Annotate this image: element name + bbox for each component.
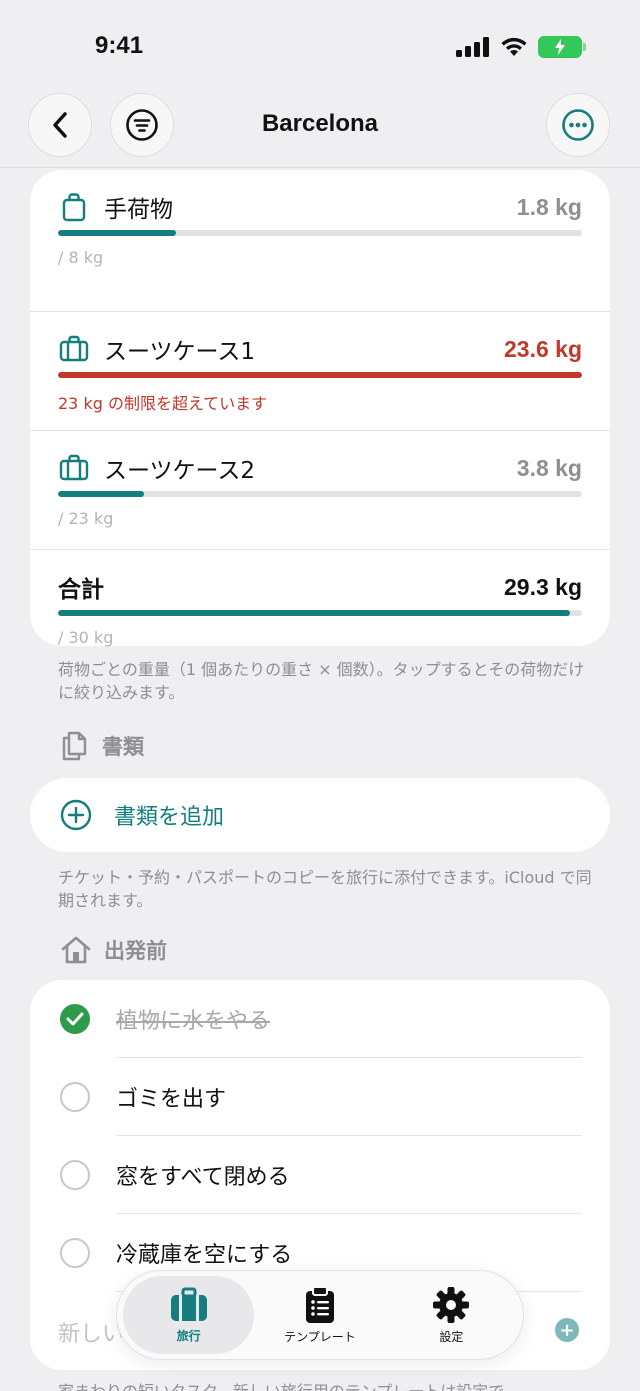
luggage-note: 荷物ごとの重量（1 個あたりの重さ × 個数）。タップするとその荷物だけに絞り込… [58, 660, 585, 702]
weight-bar [58, 230, 582, 236]
luggage-weight: 3.8 kg [516, 454, 582, 481]
luggage-item-head: スーツケース2 3.8 kg [58, 451, 582, 485]
wifi-icon [501, 37, 527, 56]
weight-bar [58, 372, 582, 378]
empty-circle-icon[interactable] [60, 1160, 90, 1190]
task-label: 冷蔵庫を空にする [116, 1243, 293, 1268]
empty-circle-icon[interactable] [60, 1238, 90, 1268]
luggage-item[interactable]: スーツケース1 23.6 kg 23 kg の制限を超えています [30, 311, 610, 430]
page-title: Barcelona [261, 110, 379, 137]
luggage-item-left: スーツケース1 [58, 332, 255, 366]
more-button[interactable] [546, 93, 610, 157]
task-row[interactable]: 窓をすべて閉める [30, 1136, 610, 1214]
tab-settings[interactable]: 設定 [386, 1276, 517, 1354]
luggage-name: スーツケース2 [104, 458, 256, 484]
weight-bar-fill [58, 491, 145, 497]
luggage-icon-wrap [58, 452, 90, 484]
weight-bar-fill [58, 230, 176, 236]
luggage-item-left: 手荷物 [58, 190, 173, 224]
new-task-input[interactable]: 新しい [58, 1316, 124, 1348]
documents-header-label: 書類 [102, 735, 144, 759]
luggage-list: 手荷物 1.8 kg / 8 kg スーツケース1 23.6 kg 23 kg の制限を超… [30, 192, 610, 668]
status-time: 9:41 [95, 32, 144, 59]
before-departure-note: 家まわりの短いタスク。新しい旅行用のテンプレートは設定で [58, 1378, 504, 1391]
nav-bar: Barcelona [0, 90, 640, 168]
task-row[interactable]: 植物に水をやる [30, 980, 610, 1058]
luggage-name: 合計 [58, 577, 104, 603]
tab-bar: 旅行 テンプレート 設定 [116, 1270, 524, 1360]
empty-circle-icon[interactable] [60, 1082, 90, 1112]
luggage-item[interactable]: 合計 29.3 kg / 30 kg [30, 549, 610, 668]
luggage-item-head: 手荷物 1.8 kg [58, 190, 582, 224]
luggage-name: 手荷物 [104, 197, 173, 223]
luggage-weight: 29.3 kg [504, 573, 582, 600]
status-bar: 9:41 [0, 0, 640, 90]
luggage-item-left: 合計 [58, 570, 104, 604]
documents-icon [62, 731, 87, 761]
luggage-limit: / 30 kg [58, 628, 114, 647]
luggage-weight: 1.8 kg [516, 193, 582, 220]
luggage-limit: 23 kg の制限を超えています [58, 394, 268, 413]
luggage-weight: 23.6 kg [504, 335, 582, 362]
before-departure-header: 出発前 [60, 935, 167, 965]
luggage-item-left: スーツケース2 [58, 451, 255, 485]
gear-icon [433, 1286, 470, 1323]
task-label: 植物に水をやる [116, 1009, 271, 1034]
more-icon [562, 109, 594, 141]
luggage-limit: / 23 kg [58, 509, 114, 528]
before-departure-label: 出発前 [104, 939, 167, 963]
add-document-button[interactable]: 書類を追加 [30, 778, 610, 852]
luggage-icon-wrap [58, 191, 90, 223]
plus-icon: + [559, 1319, 575, 1341]
weight-bar [58, 610, 582, 616]
tab-trips-label: 旅行 [176, 1328, 201, 1343]
weight-bar [58, 491, 582, 497]
task-row[interactable]: ゴミを出す [30, 1058, 610, 1136]
luggage-item-head: スーツケース1 23.6 kg [58, 332, 582, 366]
checkmark-circle-icon[interactable] [60, 1004, 90, 1034]
tab-trips[interactable]: 旅行 [123, 1276, 255, 1354]
plus-circle-icon [60, 799, 92, 831]
suitcase-icon [59, 454, 89, 481]
luggage-icon-wrap [58, 333, 90, 365]
house-icon [61, 936, 91, 964]
bag-icon [62, 193, 86, 222]
task-label: 窓をすべて閉める [116, 1165, 290, 1190]
luggage-limit: / 8 kg [58, 248, 104, 267]
clipboard-icon [305, 1285, 334, 1323]
documents-header: 書類 [60, 730, 144, 762]
tab-templates[interactable]: テンプレート [254, 1276, 385, 1354]
weight-bar-fill [58, 610, 570, 616]
documents-note: チケット・予約・パスポートのコピーを旅行に添付できます。iCloud で同期され… [58, 868, 592, 910]
add-task-button[interactable]: + [555, 1318, 579, 1342]
tab-settings-label: 設定 [439, 1329, 464, 1344]
luggage-weight-card: 手荷物 1.8 kg / 8 kg スーツケース1 23.6 kg 23 kg の制限を超… [30, 170, 610, 647]
signal-icon [456, 37, 489, 57]
suitcase-icon [170, 1287, 207, 1321]
add-document-label: 書類を追加 [114, 805, 225, 830]
tab-templates-label: テンプレート [284, 1329, 356, 1344]
luggage-name: スーツケース1 [104, 339, 256, 365]
battery-icon [538, 36, 586, 58]
task-label: ゴミを出す [116, 1087, 227, 1112]
luggage-item[interactable]: スーツケース2 3.8 kg / 23 kg [30, 430, 610, 549]
status-icons [456, 36, 586, 58]
suitcase-icon [59, 335, 89, 362]
task-list: 植物に水をやる ゴミを出す窓をすべて閉める 冷蔵庫を空にする [30, 980, 610, 1292]
luggage-item[interactable]: 手荷物 1.8 kg / 8 kg [30, 192, 610, 311]
weight-bar-fill [58, 372, 582, 378]
luggage-item-head: 合計 29.3 kg [58, 570, 582, 604]
